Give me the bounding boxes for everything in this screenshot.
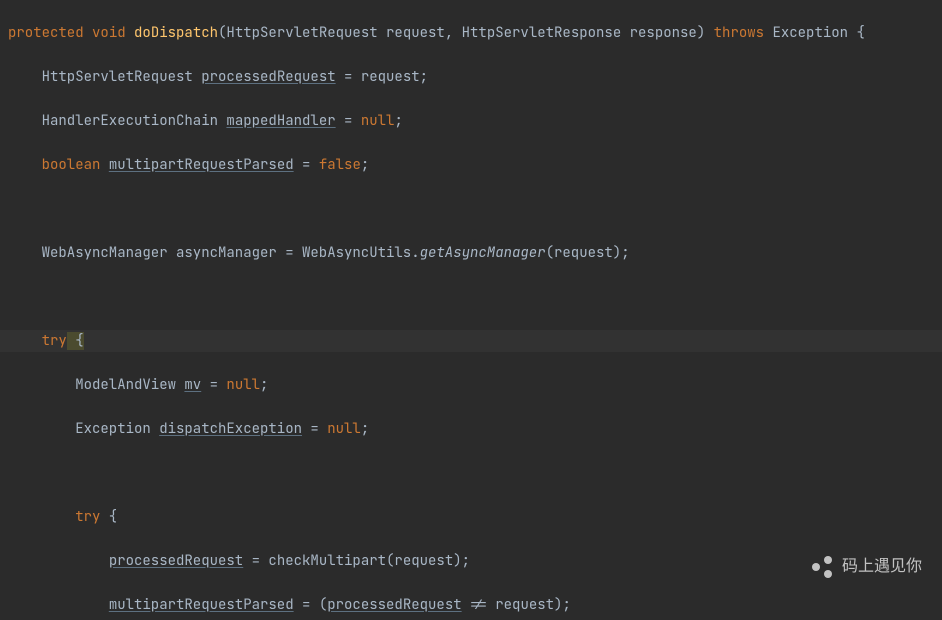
var-mappedHandler: mappedHandler: [226, 112, 335, 130]
code-line: [0, 286, 942, 308]
code-line-highlighted: try {: [0, 330, 942, 352]
code-line: try {: [0, 506, 942, 528]
code-line: [0, 198, 942, 220]
code-line: HandlerExecutionChain mappedHandler = nu…: [0, 110, 942, 132]
code-line: protected void doDispatch(HttpServletReq…: [0, 22, 942, 44]
method-name: doDispatch: [134, 24, 218, 42]
method-params: (HttpServletRequest request, HttpServlet…: [218, 24, 705, 42]
code-line: processedRequest = checkMultipart(reques…: [0, 550, 942, 572]
var-dispatchException: dispatchException: [159, 420, 302, 438]
code-line: [0, 462, 942, 484]
code-line: multipartRequestParsed = (processedReque…: [0, 594, 942, 616]
code-line: HttpServletRequest processedRequest = re…: [0, 66, 942, 88]
code-line: ModelAndView mv = null;: [0, 374, 942, 396]
keyword-protected: protected: [8, 24, 84, 42]
code-line: WebAsyncManager asyncManager = WebAsyncU…: [0, 242, 942, 264]
keyword-throws: throws: [714, 24, 764, 42]
exception-decl: Exception {: [772, 24, 864, 42]
var-processedRequest: processedRequest: [201, 68, 335, 86]
watermark-text: 码上遇见你: [842, 556, 922, 578]
keyword-try: try: [75, 508, 100, 526]
code-editor: protected void doDispatch(HttpServletReq…: [0, 0, 942, 620]
watermark: 码上遇见你: [810, 554, 922, 580]
static-method: getAsyncManager: [420, 244, 546, 262]
var-multipartRequestParsed: multipartRequestParsed: [109, 156, 294, 174]
code-line: Exception dispatchException = null;: [0, 418, 942, 440]
var-mv: mv: [184, 376, 201, 394]
code-line: boolean multipartRequestParsed = false;: [0, 154, 942, 176]
keyword-try: try: [42, 332, 67, 350]
keyword-void: void: [92, 24, 126, 42]
wechat-icon: [810, 554, 836, 580]
